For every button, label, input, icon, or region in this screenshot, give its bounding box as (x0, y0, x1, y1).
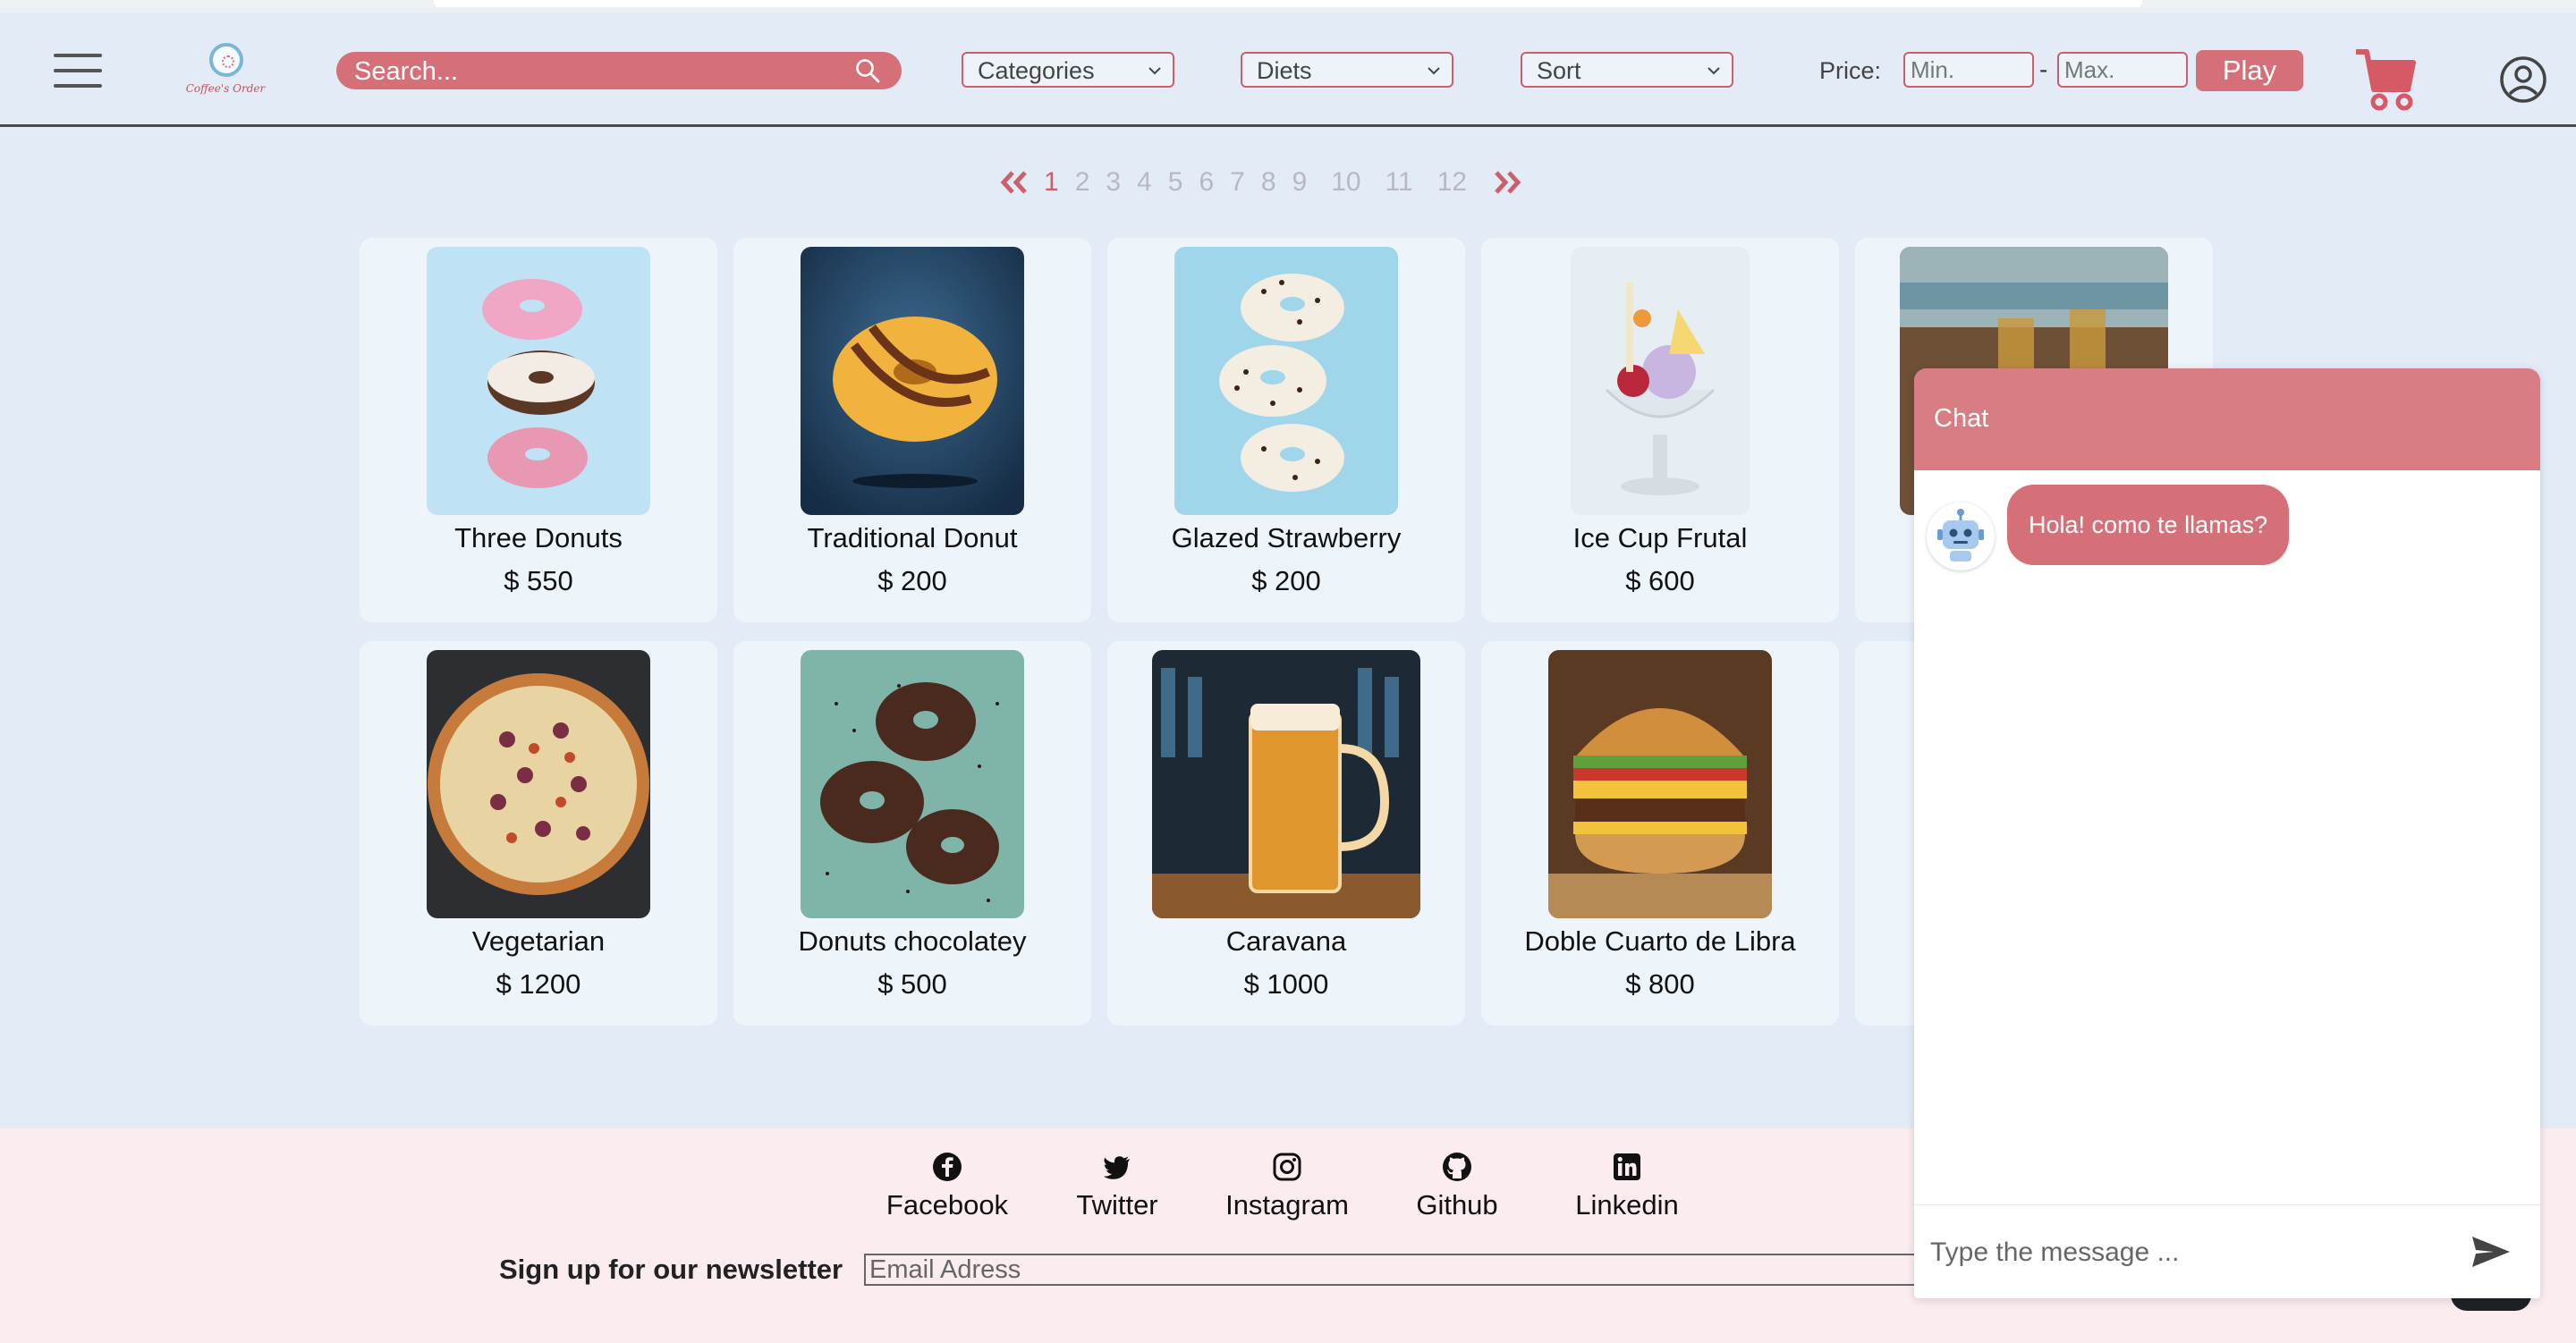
product-image (801, 247, 1024, 515)
product-image (1548, 650, 1772, 918)
product-name: Ice Cup Frutal (1572, 522, 1748, 553)
search-input[interactable] (352, 55, 839, 88)
product-card[interactable]: Three Donuts $ 550 (360, 238, 717, 622)
product-price: $ 1200 (496, 968, 581, 1000)
product-name: Vegetarian (471, 925, 606, 957)
product-card[interactable]: Ice Cup Frutal $ 600 (1481, 238, 1839, 622)
price-min-input[interactable] (1903, 52, 2034, 88)
price-max-input[interactable] (2057, 52, 2188, 88)
linkedin-icon (1614, 1153, 1640, 1180)
categories-select[interactable]: Categories (962, 52, 1174, 88)
product-price: $ 200 (877, 565, 947, 596)
product-price: $ 1000 (1243, 968, 1329, 1000)
newsletter-email-input[interactable] (864, 1254, 1919, 1286)
twitter-link[interactable]: Twitter (1050, 1152, 1184, 1221)
bot-avatar-icon (1927, 503, 1995, 570)
page-link-3[interactable]: 3 (1106, 167, 1121, 198)
product-card[interactable]: Donuts chocolatey $ 500 (733, 641, 1091, 1026)
linkedin-link[interactable]: Linkedin (1560, 1152, 1694, 1221)
product-name: Traditional Donut (807, 522, 1018, 553)
product-card[interactable]: Caravana $ 1000 (1107, 641, 1465, 1026)
chat-title: Chat (1934, 404, 1989, 433)
page-link-5[interactable]: 5 (1168, 167, 1183, 198)
github-link[interactable]: Github (1390, 1152, 1524, 1221)
price-separator: - (2039, 55, 2048, 83)
facebook-link[interactable]: Facebook (880, 1152, 1014, 1221)
chevron-down-icon (1707, 67, 1720, 75)
product-image (1571, 247, 1750, 515)
social-label: Instagram (1225, 1189, 1349, 1221)
diets-select[interactable]: Diets (1241, 52, 1453, 88)
github-icon (1443, 1153, 1471, 1181)
user-account-icon[interactable] (2499, 55, 2547, 104)
facebook-icon (933, 1153, 962, 1181)
chat-message-input[interactable] (1928, 1232, 2451, 1273)
chat-input-row (1914, 1204, 2540, 1298)
product-price: $ 200 (1251, 565, 1321, 596)
instagram-icon (1273, 1153, 1301, 1181)
page-link-12[interactable]: 12 (1437, 167, 1467, 198)
last-page-icon[interactable] (1491, 169, 1523, 196)
page-link-4[interactable]: 4 (1137, 167, 1152, 198)
diets-select-label: Diets (1257, 57, 1312, 84)
browser-address-bar (434, 0, 2142, 7)
social-label: Twitter (1076, 1189, 1158, 1221)
product-price: $ 600 (1625, 565, 1695, 596)
page-link-6[interactable]: 6 (1199, 167, 1214, 198)
product-card[interactable]: Doble Cuarto de Libra $ 800 (1481, 641, 1839, 1026)
product-card[interactable]: Vegetarian $ 1200 (360, 641, 717, 1026)
navbar: Coffee's Order Categories Diets Sort Pri… (0, 13, 2576, 127)
send-icon[interactable] (2470, 1234, 2512, 1270)
sort-select[interactable]: Sort (1521, 52, 1733, 88)
product-name: Three Donuts (454, 522, 623, 553)
play-button[interactable]: Play (2196, 50, 2303, 91)
donut-logo-icon (209, 43, 243, 77)
product-name: Donuts chocolatey (798, 925, 1027, 957)
logo-text: Coffee's Order (185, 82, 266, 95)
chevron-down-icon (1428, 67, 1440, 75)
product-name: Glazed Strawberry (1171, 522, 1402, 553)
social-label: Facebook (886, 1189, 1009, 1221)
product-name: Doble Cuarto de Libra (1524, 925, 1796, 957)
product-image (427, 650, 650, 918)
instagram-link[interactable]: Instagram (1220, 1152, 1354, 1221)
page-link-11[interactable]: 11 (1385, 167, 1413, 198)
menu-icon[interactable] (54, 50, 102, 91)
categories-select-label: Categories (978, 57, 1095, 84)
page-link-7[interactable]: 7 (1230, 167, 1245, 198)
product-image (427, 247, 650, 515)
bot-message-bubble: Hola! como te llamas? (2007, 485, 2290, 565)
price-label: Price: (1819, 57, 1882, 84)
page-link-8[interactable]: 8 (1261, 167, 1276, 198)
product-price: $ 500 (877, 968, 947, 1000)
chat-header[interactable]: Chat (1914, 368, 2540, 470)
product-image (1152, 650, 1420, 918)
search-icon[interactable] (855, 58, 880, 83)
social-label: Linkedin (1575, 1189, 1679, 1221)
page-link-9[interactable]: 9 (1292, 167, 1308, 198)
chat-widget: Chat Hola! como te llamas? (1914, 368, 2540, 1298)
product-card[interactable]: Glazed Strawberry $ 200 (1107, 238, 1465, 622)
cart-icon[interactable] (2354, 43, 2417, 114)
newsletter-label: Sign up for our newsletter (499, 1254, 843, 1285)
page-link-2[interactable]: 2 (1075, 167, 1090, 198)
product-image (1174, 247, 1398, 515)
search-bar (336, 52, 902, 89)
product-price: $ 800 (1625, 968, 1695, 1000)
first-page-icon[interactable] (998, 169, 1030, 196)
social-label: Github (1416, 1189, 1498, 1221)
browser-top-strip (0, 0, 2576, 13)
product-image (801, 650, 1024, 918)
product-card[interactable]: Traditional Donut $ 200 (733, 238, 1091, 622)
product-price: $ 550 (504, 565, 573, 596)
twitter-icon (1103, 1156, 1130, 1179)
page-link-10[interactable]: 10 (1331, 167, 1360, 198)
sort-select-label: Sort (1537, 57, 1581, 84)
chevron-down-icon (1148, 67, 1161, 75)
page-link-1[interactable]: 1 (1044, 167, 1059, 198)
logo[interactable]: Coffee's Order (179, 43, 272, 106)
product-name: Caravana (1225, 925, 1347, 957)
pagination: 1 2 3 4 5 6 7 8 9 10 11 12 (993, 165, 1529, 200)
